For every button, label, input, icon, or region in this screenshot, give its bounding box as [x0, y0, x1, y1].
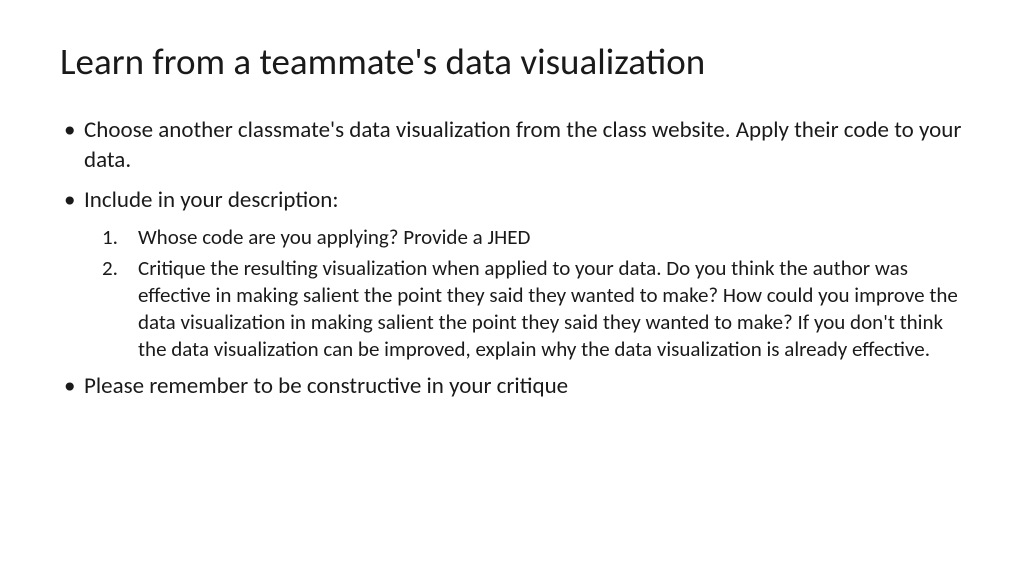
numbered-text: Critique the resulting visualization whe… — [138, 255, 958, 362]
numbered-item: Whose code are you applying? Provide a J… — [102, 224, 964, 251]
bullet-item: Please remember to be constructive in yo… — [60, 372, 964, 402]
numbered-text: Whose code are you applying? Provide a J… — [138, 224, 530, 250]
bullet-text: Choose another classmate's data visualiz… — [84, 116, 961, 174]
bullet-item: Include in your description: Whose code … — [60, 186, 964, 362]
slide-title: Learn from a teammate's data visualizati… — [60, 40, 964, 84]
bullet-item: Choose another classmate's data visualiz… — [60, 116, 964, 176]
numbered-list: Whose code are you applying? Provide a J… — [102, 224, 964, 362]
bullet-list: Choose another classmate's data visualiz… — [60, 116, 964, 402]
bullet-text: Include in your description: — [84, 186, 339, 214]
numbered-item: Critique the resulting visualization whe… — [102, 255, 964, 363]
bullet-text: Please remember to be constructive in yo… — [84, 372, 568, 400]
